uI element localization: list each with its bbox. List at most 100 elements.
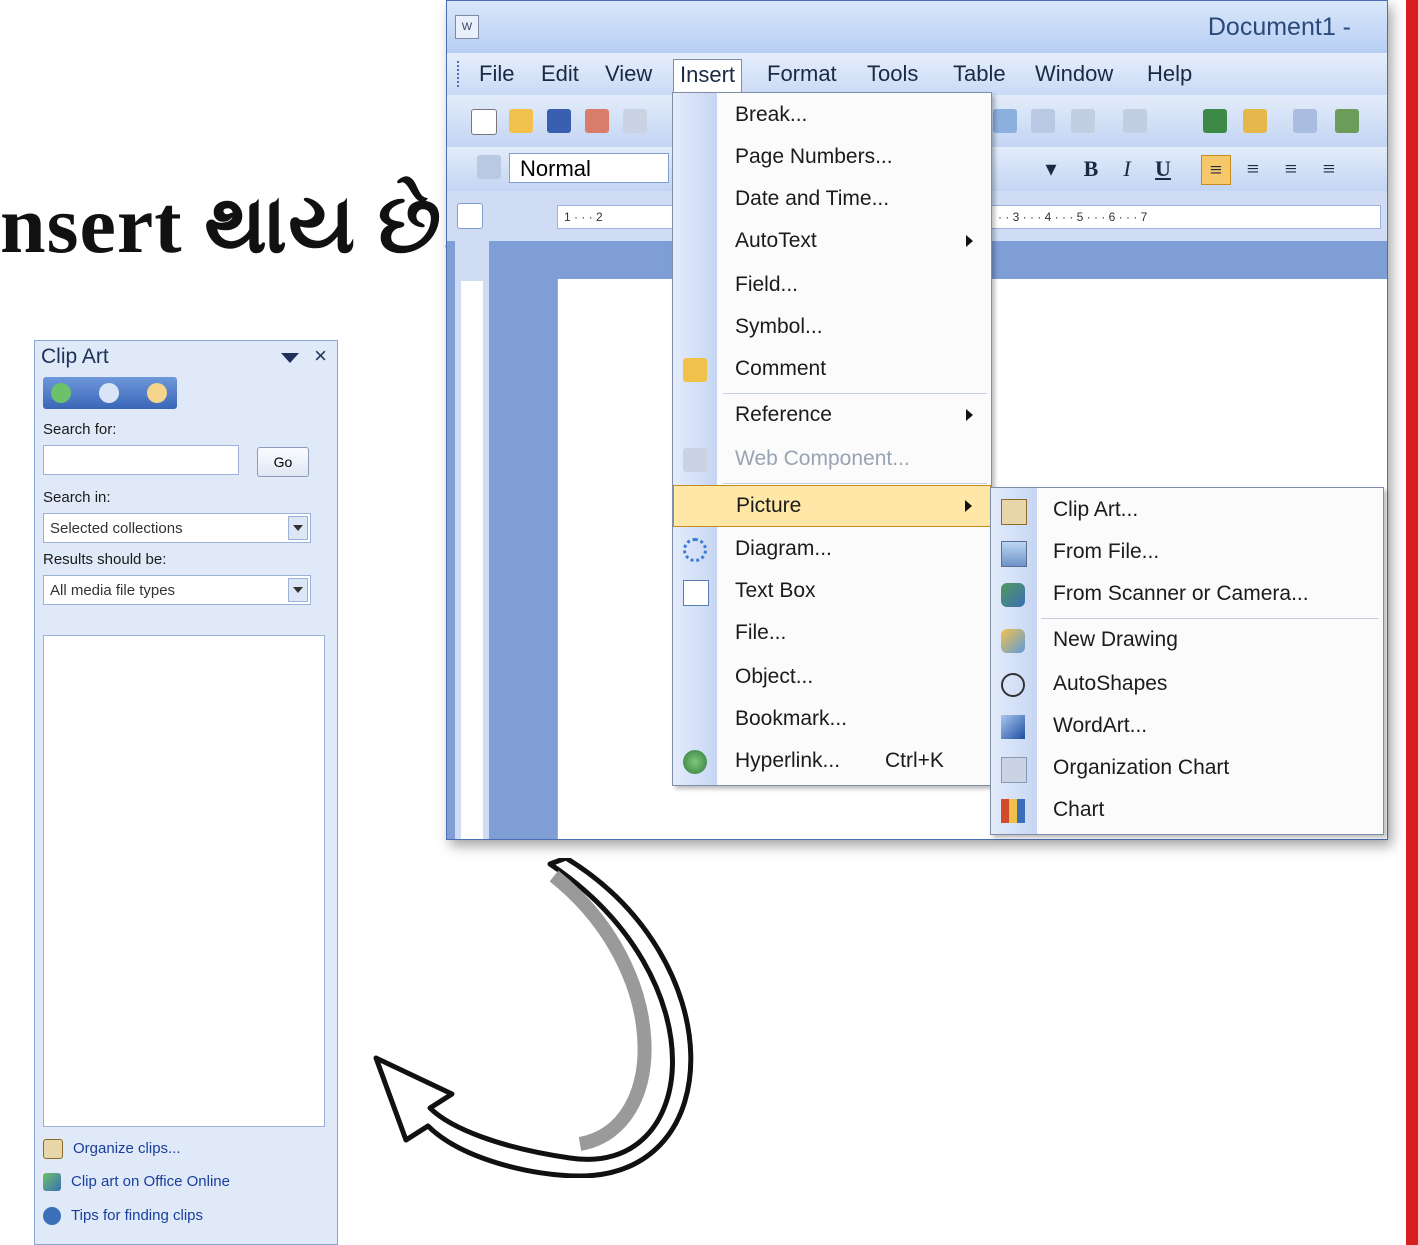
open-icon[interactable]	[509, 109, 533, 133]
picture-menu-from-file[interactable]: From File...	[991, 532, 1383, 574]
insert-menu-reference[interactable]: Reference	[673, 395, 991, 437]
submenu-arrow-icon	[966, 409, 973, 421]
menu-edit[interactable]: Edit	[535, 59, 585, 89]
new-drawing-icon	[1001, 629, 1025, 653]
permission-icon[interactable]	[585, 109, 609, 133]
picture-menu-autoshapes[interactable]: AutoShapes	[991, 664, 1383, 706]
picture-menu-from-scanner[interactable]: From Scanner or Camera...	[991, 574, 1383, 616]
style-dropdown[interactable]: Normal	[509, 153, 669, 183]
help-icon	[43, 1207, 61, 1226]
menu-item-label: Clip Art...	[1053, 498, 1139, 521]
red-border	[1406, 0, 1418, 1245]
insert-menu-symbol[interactable]: Symbol...	[673, 307, 991, 349]
vertical-ruler-strip[interactable]	[461, 281, 483, 839]
forward-icon[interactable]	[99, 383, 119, 403]
align-center-icon[interactable]: ≡	[1239, 155, 1267, 183]
tips-link[interactable]: Tips for finding clips	[43, 1207, 203, 1226]
results-select[interactable]: All media file types	[43, 575, 311, 605]
align-left-icon[interactable]: ≡	[1201, 155, 1231, 185]
insert-excel-icon[interactable]	[1335, 109, 1359, 133]
insert-menu-text-box[interactable]: Text Box	[673, 571, 991, 613]
results-value: All media file types	[50, 582, 176, 599]
menu-view[interactable]: View	[599, 59, 658, 89]
menu-format[interactable]: Format	[761, 59, 843, 89]
save-icon[interactable]	[547, 109, 571, 133]
hyperlink-globe-icon	[683, 750, 707, 774]
go-button[interactable]: Go	[257, 447, 309, 477]
clip-art-online-link[interactable]: Clip art on Office Online	[43, 1173, 230, 1192]
tab-selector-icon[interactable]	[457, 203, 483, 229]
redo-icon[interactable]	[1123, 109, 1147, 133]
pane-navigation	[43, 377, 177, 409]
picture-menu-chart[interactable]: Chart	[991, 790, 1383, 832]
picture-submenu: Clip Art... From File... From Scanner or…	[990, 487, 1384, 835]
results-area[interactable]	[43, 635, 325, 1127]
organize-clips-link[interactable]: Organize clips...	[43, 1139, 181, 1159]
styles-icon[interactable]	[477, 155, 501, 179]
italic-button[interactable]: I	[1113, 155, 1141, 183]
insert-menu-hyperlink[interactable]: Hyperlink... Ctrl+K	[673, 741, 991, 783]
picture-menu-organization-chart[interactable]: Organization Chart	[991, 748, 1383, 790]
hyperlink-icon[interactable]	[1203, 109, 1227, 133]
chevron-down-icon[interactable]	[288, 516, 308, 540]
pane-menu-dropdown-icon[interactable]	[281, 353, 299, 363]
insert-menu-page-numbers[interactable]: Page Numbers...	[673, 137, 991, 179]
menu-item-label: Field...	[735, 273, 799, 296]
menu-window[interactable]: Window	[1029, 59, 1119, 89]
menu-item-label: From File...	[1053, 540, 1160, 563]
menubar-grip-icon[interactable]	[457, 61, 462, 87]
search-input[interactable]	[43, 445, 239, 475]
chart-icon	[1001, 799, 1025, 823]
search-for-label: Search for:	[43, 421, 117, 438]
document-title: Document1 -	[1207, 13, 1351, 41]
search-in-select[interactable]: Selected collections	[43, 513, 311, 543]
align-right-icon[interactable]: ≡	[1277, 155, 1305, 183]
curved-arrow	[373, 858, 694, 1178]
office-online-icon	[43, 1173, 61, 1192]
close-icon[interactable]: ×	[314, 343, 327, 369]
chevron-down-icon[interactable]	[288, 578, 308, 602]
insert-menu-diagram[interactable]: Diagram...	[673, 529, 991, 571]
print-icon[interactable]	[623, 109, 647, 133]
insert-menu-picture[interactable]: Picture	[673, 485, 991, 527]
undo-icon[interactable]	[1071, 109, 1095, 133]
picture-menu-new-drawing[interactable]: New Drawing	[991, 620, 1383, 662]
insert-menu-bookmark[interactable]: Bookmark...	[673, 699, 991, 741]
underline-button[interactable]: U	[1149, 155, 1177, 183]
insert-menu-autotext[interactable]: AutoText	[673, 221, 991, 263]
insert-menu-object[interactable]: Object...	[673, 657, 991, 699]
menu-bar: File Edit View Insert Format Tools Table…	[447, 53, 1387, 95]
menu-item-label: Picture	[736, 494, 802, 517]
brush-icon[interactable]	[1031, 109, 1055, 133]
insert-menu-file[interactable]: File...	[673, 613, 991, 655]
home-icon[interactable]	[147, 383, 167, 403]
bold-button[interactable]: B	[1077, 155, 1105, 183]
tables-borders-icon[interactable]	[1243, 109, 1267, 133]
menu-table[interactable]: Table	[947, 59, 1012, 89]
menu-item-label: File...	[735, 621, 787, 644]
new-document-icon[interactable]	[471, 109, 497, 135]
menu-item-label: Comment	[735, 357, 827, 380]
menu-item-shortcut: Ctrl+K	[885, 749, 944, 772]
menu-insert[interactable]: Insert	[673, 59, 743, 94]
format-painter-icon[interactable]	[993, 109, 1017, 133]
justify-icon[interactable]: ≡	[1315, 155, 1343, 183]
insert-menu-comment[interactable]: Comment	[673, 349, 991, 391]
heading-text: nsert થાય છે.	[0, 179, 464, 270]
picture-menu-wordart[interactable]: WordArt...	[991, 706, 1383, 748]
menu-file[interactable]: File	[473, 59, 520, 89]
insert-menu-break[interactable]: Break...	[673, 95, 991, 137]
menu-help[interactable]: Help	[1141, 59, 1198, 89]
menu-tools[interactable]: Tools	[861, 59, 924, 89]
comment-folder-icon	[683, 358, 707, 382]
picture-menu-clip-art[interactable]: Clip Art...	[991, 490, 1383, 532]
menu-item-label: Text Box	[735, 579, 816, 602]
link-label: Tips for finding clips	[71, 1207, 203, 1224]
font-size-dropdown-arrow[interactable]: ▾	[1037, 155, 1065, 183]
insert-menu-field[interactable]: Field...	[673, 265, 991, 307]
submenu-arrow-icon	[965, 500, 972, 512]
insert-table-icon[interactable]	[1293, 109, 1317, 133]
word-app-icon[interactable]: W	[455, 15, 479, 39]
back-icon[interactable]	[51, 383, 71, 403]
insert-menu-date-time[interactable]: Date and Time...	[673, 179, 991, 221]
